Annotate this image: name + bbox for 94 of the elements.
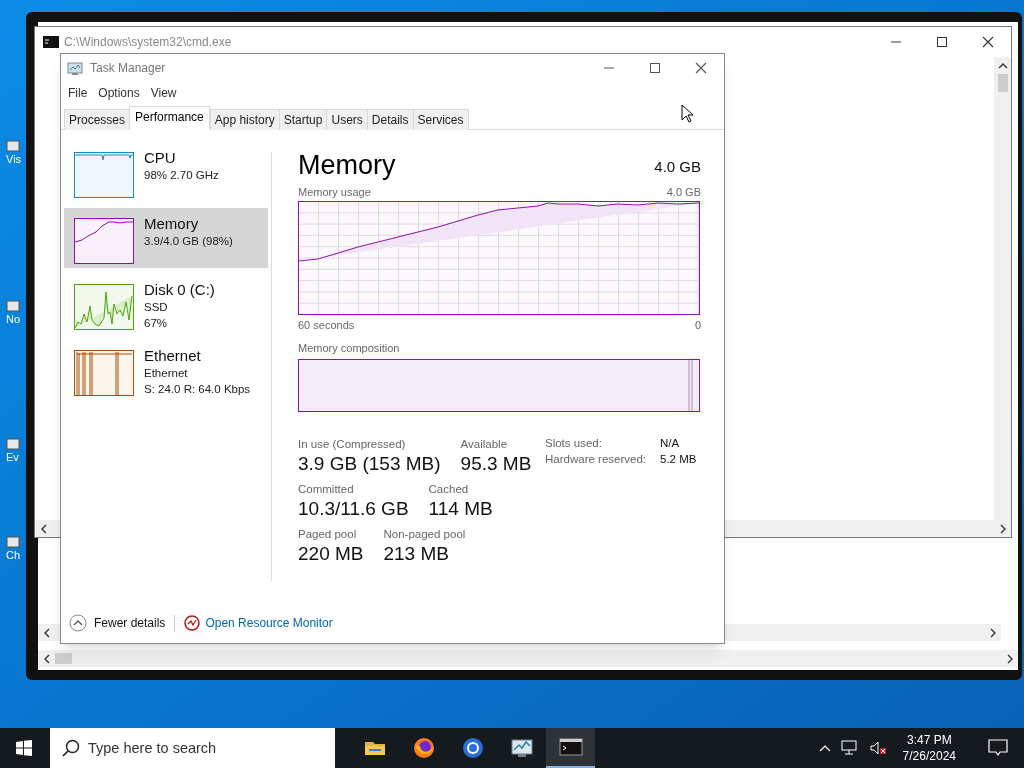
- stat-label: Hardware reserved:: [545, 451, 646, 467]
- resource-monitor-link[interactable]: Open Resource Monitor: [184, 614, 333, 632]
- windows-logo-icon: [16, 740, 32, 756]
- sparkline-graph: [74, 152, 134, 198]
- sidebar-item[interactable]: CPU 98% 2.70 GHz: [64, 142, 268, 202]
- stat-value: 5.2 MB: [660, 451, 697, 467]
- gauge-icon: [184, 615, 201, 631]
- stat-label: Available: [460, 436, 509, 452]
- mouse-cursor-icon: [681, 104, 693, 123]
- console-icon: [558, 735, 583, 759]
- axis-label: 60 seconds: [298, 317, 355, 333]
- stat-value: 220 MB: [298, 541, 364, 566]
- icon-label[interactable]: No: [6, 312, 21, 326]
- item-detail: 3.9/4.0 GB (98%): [144, 234, 233, 249]
- speaker-muted-icon[interactable]: [868, 740, 887, 756]
- total-value: 4.0 GB: [654, 156, 701, 177]
- tab[interactable]: Services: [412, 109, 469, 130]
- item-detail: S: 24.0 R: 64.0 Kbps: [144, 382, 251, 397]
- stat-value: 3.9 GB (153 MB): [298, 451, 441, 476]
- sidebar-item[interactable]: Disk 0 (C:) SSD 67%: [64, 274, 268, 334]
- stat-value: 95.3 MB: [460, 451, 532, 476]
- chevron-right-icon: [1005, 652, 1014, 665]
- item-name: Ethernet: [144, 346, 202, 365]
- item-detail: SSD: [144, 300, 169, 315]
- sparkline-graph: [74, 284, 134, 330]
- stat-value: 10.3/11.6 GB: [298, 496, 409, 521]
- item-detail: 98% 2.70 GHz: [144, 168, 219, 183]
- tab[interactable]: Users: [326, 109, 368, 130]
- icon-label[interactable]: Vis: [6, 152, 22, 166]
- shortcut-icon[interactable]: [6, 438, 20, 450]
- task-manager-icon: [509, 736, 534, 760]
- sparkline-graph: [74, 218, 134, 264]
- chevron-left-icon: [39, 522, 48, 535]
- chevron-right-icon: [988, 626, 997, 639]
- scroll-thumb[interactable]: [55, 653, 72, 664]
- stat-label: Slots used:: [545, 435, 603, 451]
- stat-label: Committed: [298, 481, 355, 497]
- tab[interactable]: Processes: [64, 109, 131, 130]
- menu-item[interactable]: File: [63, 84, 93, 102]
- chevron-left-icon: [42, 626, 51, 639]
- maximize-icon: [649, 62, 661, 74]
- notification-icon: [988, 739, 1008, 757]
- item-name: Memory: [144, 214, 200, 233]
- stat-label: Non-paged pool: [383, 526, 466, 542]
- sidebar-item[interactable]: Ethernet Ethernet S: 24.0 R: 64.0 Kbps: [64, 340, 268, 400]
- chevron-right-icon: [998, 522, 1007, 535]
- icon-label[interactable]: Ch: [6, 548, 21, 562]
- shortcut-icon[interactable]: [6, 536, 20, 548]
- browser-icon: [411, 736, 436, 760]
- stat-label: In use (Compressed): [298, 436, 407, 452]
- show-hidden-icons-icon[interactable]: [818, 744, 831, 752]
- tab[interactable]: Startup: [278, 109, 328, 130]
- stat-value: N/A: [660, 435, 681, 451]
- collapse-icon: [69, 614, 87, 632]
- axis-label: 0: [694, 317, 701, 333]
- shortcut-icon[interactable]: [6, 300, 20, 312]
- graph-label: Memory usage: [298, 185, 371, 200]
- window-title: Task Manager: [90, 60, 166, 77]
- network-icon[interactable]: [840, 740, 859, 756]
- graph-label: Memory composition: [298, 341, 401, 356]
- stat-value: 213 MB: [383, 541, 450, 566]
- shortcut-icon[interactable]: [6, 140, 20, 152]
- chevron-left-icon: [42, 652, 51, 665]
- search-field[interactable]: Type here to search: [50, 728, 335, 768]
- menu-item[interactable]: Options: [93, 84, 145, 102]
- search-icon: [62, 739, 80, 757]
- maximize-icon: [936, 36, 948, 48]
- clock[interactable]: 3:47 PM 7/26/2024: [898, 732, 960, 764]
- tab[interactable]: App history: [209, 109, 280, 130]
- close-icon: [695, 62, 707, 74]
- console-icon: [43, 36, 59, 48]
- chevron-up-icon: [996, 61, 1009, 70]
- menu-item[interactable]: View: [145, 84, 182, 102]
- stat-value: 114 MB: [428, 496, 493, 521]
- close-icon: [982, 36, 994, 48]
- sparkline-graph: [74, 350, 134, 396]
- icon-label[interactable]: Ev: [6, 450, 19, 464]
- panel-title: Memory: [298, 150, 396, 180]
- scroll-thumb[interactable]: [997, 74, 1008, 92]
- item-detail: Ethernet: [144, 366, 189, 381]
- sidebar-item[interactable]: Memory 3.9/4.0 GB (98%): [64, 208, 268, 268]
- taskbar-app-button[interactable]: [546, 728, 595, 768]
- tab[interactable]: Details: [366, 109, 414, 130]
- tab[interactable]: Performance: [129, 106, 210, 130]
- graph-max-label: 4.0 GB: [666, 185, 701, 200]
- item-name: Disk 0 (C:): [144, 280, 215, 299]
- stat-label: Paged pool: [298, 526, 358, 542]
- item-detail: 67%: [144, 316, 169, 331]
- task-manager-icon: [67, 60, 84, 76]
- item-name: CPU: [144, 148, 177, 167]
- window-title: C:\Windows\system32\cmd.exe: [64, 34, 232, 51]
- browser-icon: [460, 736, 485, 760]
- stat-label: Cached: [428, 481, 470, 497]
- fewer-details-button[interactable]: Fewer details: [69, 614, 166, 632]
